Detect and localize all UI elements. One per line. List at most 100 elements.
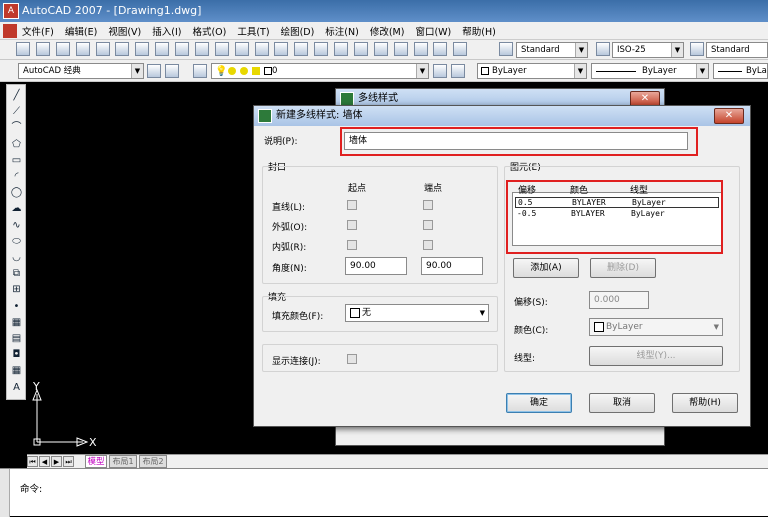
paste-icon[interactable] xyxy=(175,42,189,56)
print-icon[interactable] xyxy=(75,42,90,56)
fill-color-select[interactable]: 无 ▼ xyxy=(345,304,489,322)
match-properties-icon[interactable] xyxy=(194,42,209,56)
gradient-icon[interactable]: ▤ xyxy=(10,332,23,345)
arc-icon[interactable]: ◜ xyxy=(10,170,23,183)
first-tab-icon[interactable]: ⏮ xyxy=(27,456,38,467)
outer-arc-end-checkbox[interactable] xyxy=(423,220,433,230)
rectangle-icon[interactable]: ▭ xyxy=(10,154,23,167)
dim-style-select[interactable]: ISO-25 ▼ xyxy=(612,42,684,58)
cancel-button[interactable]: 取消 xyxy=(589,393,655,413)
markup-icon[interactable] xyxy=(413,42,428,56)
copy-icon[interactable] xyxy=(155,42,170,56)
zoom-previous-icon[interactable] xyxy=(314,42,329,56)
pline-icon[interactable]: ⌒ xyxy=(10,121,23,134)
menu-file[interactable]: 文件(F) xyxy=(22,24,54,38)
point-icon[interactable]: • xyxy=(10,300,23,313)
xline-icon[interactable]: ⟋ xyxy=(10,105,23,118)
polygon-icon[interactable]: ⬠ xyxy=(10,138,23,151)
menu-modify[interactable]: 修改(M) xyxy=(370,24,405,38)
command-grip[interactable] xyxy=(0,469,10,517)
layer-select[interactable]: 💡 0 ▼ xyxy=(211,63,429,79)
spline-icon[interactable]: ∿ xyxy=(10,219,23,232)
zoom-realtime-icon[interactable] xyxy=(274,42,289,56)
tab-model[interactable]: 模型 xyxy=(85,455,107,468)
last-tab-icon[interactable]: ⏭ xyxy=(63,456,74,467)
sheet-set-icon[interactable] xyxy=(393,42,408,56)
cut-icon[interactable] xyxy=(135,42,150,56)
dialog-app-icon xyxy=(258,109,272,123)
publish-icon[interactable] xyxy=(115,42,130,56)
hatch-icon[interactable]: ▦ xyxy=(10,316,23,329)
angle-start-input[interactable]: 90.00 xyxy=(345,257,407,275)
menu-help[interactable]: 帮助(H) xyxy=(462,24,496,38)
workspace-save-icon[interactable] xyxy=(165,64,179,78)
line-start-checkbox[interactable] xyxy=(347,200,357,210)
tab-layout1[interactable]: 布局1 xyxy=(109,455,137,468)
ok-button[interactable]: 确定 xyxy=(506,393,572,413)
line-icon[interactable]: ╱ xyxy=(10,89,23,102)
chevron-down-icon: ▼ xyxy=(575,43,587,57)
region-icon[interactable]: ◘ xyxy=(10,348,23,361)
inner-arc-end-checkbox[interactable] xyxy=(423,240,433,250)
design-center-icon[interactable] xyxy=(353,42,368,56)
lineweight-select[interactable]: ByLayer xyxy=(713,63,768,79)
linetype-select[interactable]: ByLayer ▼ xyxy=(591,63,709,79)
layer-previous-icon[interactable] xyxy=(451,64,465,78)
color-select[interactable]: ByLayer ▼ xyxy=(589,318,723,336)
mtext-icon[interactable]: A xyxy=(10,381,23,394)
inner-arc-start-checkbox[interactable] xyxy=(347,240,357,250)
menu-insert[interactable]: 插入(I) xyxy=(152,24,181,38)
show-joints-checkbox[interactable] xyxy=(347,354,357,364)
make-block-icon[interactable]: ⊞ xyxy=(10,283,23,296)
ellipse-icon[interactable]: ⬭ xyxy=(10,235,23,248)
menu-tools[interactable]: 工具(T) xyxy=(237,24,269,38)
menu-draw[interactable]: 绘图(D) xyxy=(281,24,315,38)
pan-icon[interactable] xyxy=(254,42,269,56)
menu-format[interactable]: 格式(O) xyxy=(192,24,226,38)
insert-block-icon[interactable]: ⧉ xyxy=(10,267,23,280)
preview-icon[interactable] xyxy=(95,42,110,56)
linetype-button[interactable]: 线型(Y)... xyxy=(589,346,723,366)
table-style-select[interactable]: Standard xyxy=(706,42,768,58)
zoom-window-icon[interactable] xyxy=(294,42,309,56)
line-end-checkbox[interactable] xyxy=(423,200,433,210)
outer-arc-start-checkbox[interactable] xyxy=(347,220,357,230)
angle-end-input[interactable]: 90.00 xyxy=(421,257,483,275)
help-icon[interactable] xyxy=(453,42,468,56)
delete-element-button[interactable]: 删除(D) xyxy=(590,258,656,278)
ellipse-arc-icon[interactable]: ◡ xyxy=(10,251,23,264)
tool-palettes-icon[interactable] xyxy=(373,42,388,56)
properties-icon[interactable] xyxy=(334,42,348,56)
revcloud-icon[interactable]: ☁ xyxy=(10,202,23,215)
redo-icon[interactable] xyxy=(234,42,249,56)
help-button[interactable]: 帮助(H) xyxy=(672,393,738,413)
circle-icon[interactable]: ◯ xyxy=(10,186,23,199)
workspace-select[interactable]: AutoCAD 经典 ▼ xyxy=(18,63,144,79)
color-select[interactable]: ByLayer ▼ xyxy=(477,63,587,79)
add-element-button[interactable]: 添加(A) xyxy=(513,258,579,278)
command-window[interactable]: 命令: xyxy=(0,468,768,517)
layer-manager-icon[interactable] xyxy=(193,64,207,78)
calculator-icon[interactable] xyxy=(433,42,448,56)
menu-dimension[interactable]: 标注(N) xyxy=(325,24,359,38)
offset-input[interactable]: 0.000 xyxy=(589,291,649,309)
chevron-down-icon: ▼ xyxy=(671,43,683,57)
table-icon[interactable]: ▦ xyxy=(10,364,23,377)
undo-icon[interactable] xyxy=(214,42,229,56)
axis-y-label: Y xyxy=(33,380,40,393)
save-icon[interactable] xyxy=(55,42,70,56)
prev-tab-icon[interactable]: ◀ xyxy=(39,456,50,467)
make-current-layer-icon[interactable] xyxy=(433,64,447,78)
open-icon[interactable] xyxy=(35,42,50,56)
close-button[interactable]: ✕ xyxy=(714,108,744,124)
next-tab-icon[interactable]: ▶ xyxy=(51,456,62,467)
workspace-settings-icon[interactable] xyxy=(147,64,161,78)
caps-inner-arc-label: 内弧(R): xyxy=(272,243,307,253)
text-style-select[interactable]: Standard ▼ xyxy=(516,42,588,58)
tab-layout2[interactable]: 布局2 xyxy=(139,455,167,468)
menu-window[interactable]: 窗口(W) xyxy=(415,24,451,38)
new-icon[interactable] xyxy=(16,42,30,56)
parent-dialog-title: 多线样式 xyxy=(358,93,398,104)
menu-view[interactable]: 视图(V) xyxy=(108,24,141,38)
menu-edit[interactable]: 编辑(E) xyxy=(65,24,97,38)
